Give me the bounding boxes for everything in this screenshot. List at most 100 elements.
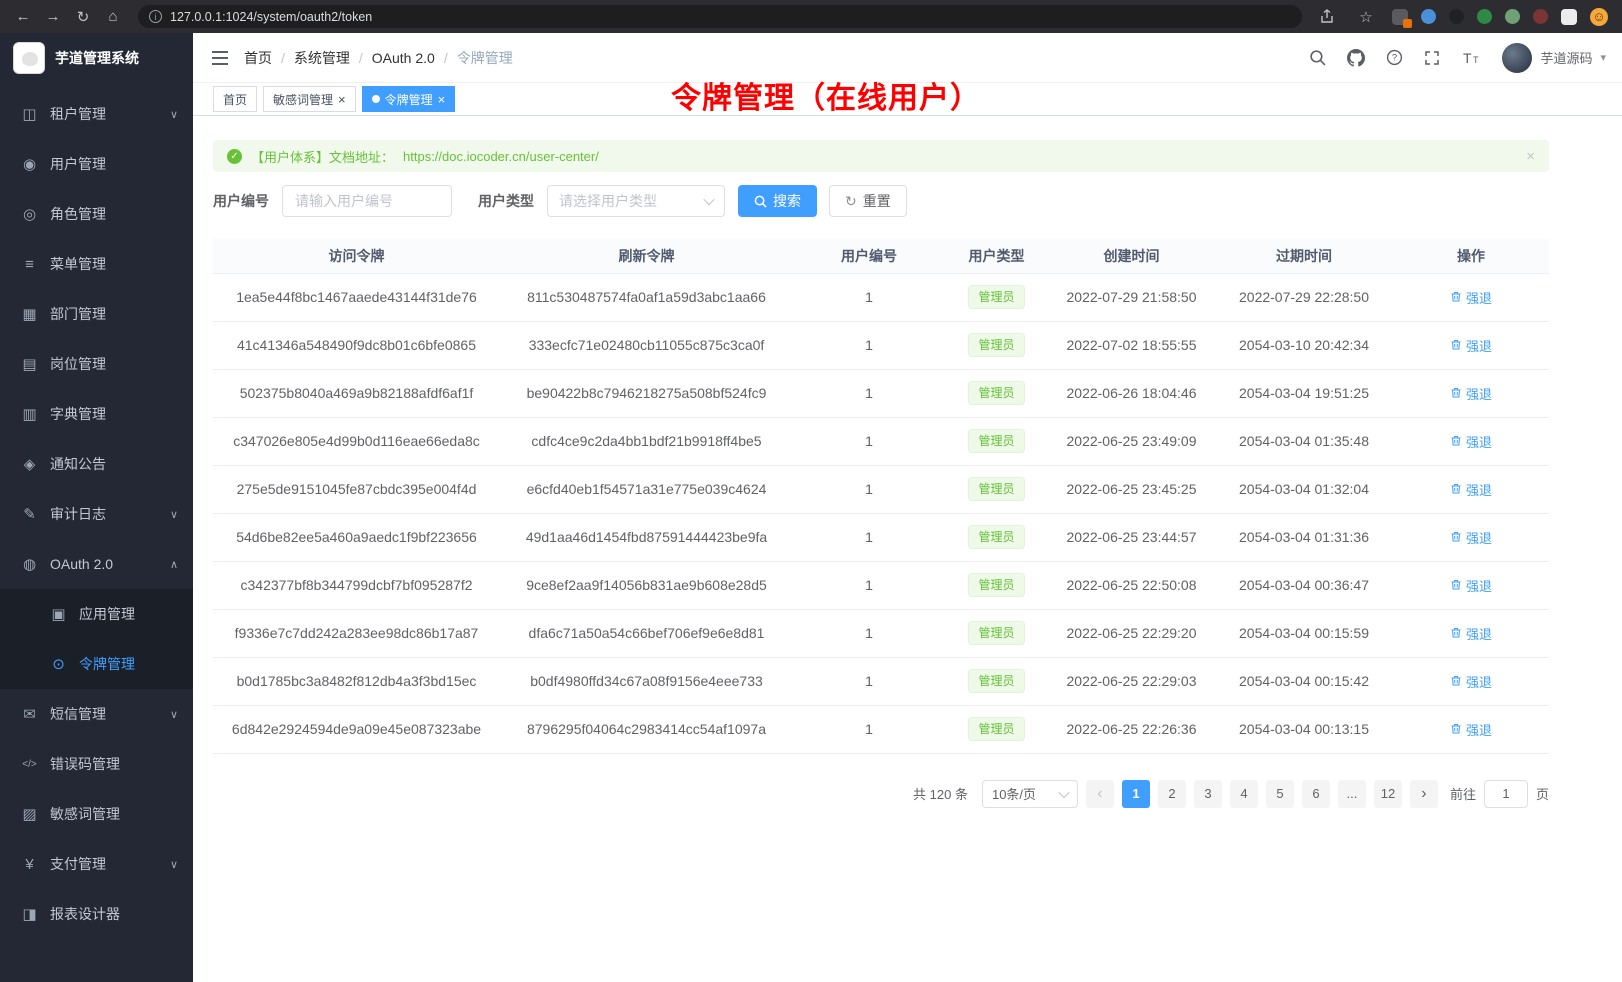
page-size-select[interactable]: 10条/页 bbox=[982, 780, 1078, 808]
svg-text:T: T bbox=[1473, 55, 1479, 65]
close-icon[interactable]: × bbox=[438, 93, 446, 106]
sidebar-item-tenant[interactable]: ◫ 租户管理 ∨ bbox=[0, 89, 193, 139]
sidebar-item-post[interactable]: ▤ 岗位管理 bbox=[0, 339, 193, 389]
sidebar-item-oauth2[interactable]: ◍ OAuth 2.0 ∧ bbox=[0, 539, 193, 589]
force-logout-button[interactable]: 强退 bbox=[1450, 384, 1492, 403]
refresh-token-cell: dfa6c71a50a54c66bef706ef9e6e8d81 bbox=[500, 609, 793, 657]
force-logout-button[interactable]: 强退 bbox=[1450, 528, 1492, 547]
extensions-icon[interactable] bbox=[1392, 9, 1408, 25]
browser-reload-button[interactable]: ↻ bbox=[70, 5, 96, 29]
page-button-5[interactable]: 5 bbox=[1266, 780, 1294, 808]
tab-home[interactable]: 首页 bbox=[213, 86, 257, 112]
sidebar-item-notice[interactable]: ◈ 通知公告 bbox=[0, 439, 193, 489]
user-id-input[interactable] bbox=[282, 185, 452, 217]
sidebar-item-user[interactable]: ◉ 用户管理 bbox=[0, 139, 193, 189]
reset-button[interactable]: ↻ 重置 bbox=[829, 185, 907, 217]
page-button-6[interactable]: 6 bbox=[1302, 780, 1330, 808]
access-token-cell: 502375b8040a469a9b82188afdf6af1f bbox=[213, 369, 500, 417]
user-type-badge: 管理员 bbox=[968, 381, 1024, 405]
page-button-2[interactable]: 2 bbox=[1158, 780, 1186, 808]
close-icon[interactable]: × bbox=[338, 93, 346, 106]
sidebar-item-app-manage[interactable]: ▣ 应用管理 bbox=[0, 589, 193, 639]
access-token-cell: 275e5de9151045fe87cbdc395e004f4d bbox=[213, 465, 500, 513]
extension-icon-red[interactable] bbox=[1533, 9, 1548, 24]
github-icon[interactable] bbox=[1347, 49, 1365, 67]
table-row: b0d1785bc3a8482f812db4a3f3bd15ec b0df498… bbox=[213, 657, 1549, 705]
sidebar-item-payment[interactable]: ¥ 支付管理 ∨ bbox=[0, 839, 193, 889]
site-info-icon[interactable]: i bbox=[149, 10, 162, 23]
table-row: 1ea5e44f8bc1467aaede43144f31de76 811c530… bbox=[213, 273, 1549, 321]
user-type-cell: 管理员 bbox=[945, 705, 1048, 753]
col-refresh-token: 刷新令牌 bbox=[500, 239, 793, 273]
sidebar-item-audit-log[interactable]: ✎ 审计日志 ∨ bbox=[0, 489, 193, 539]
extension-icon-green[interactable] bbox=[1477, 9, 1492, 24]
sidebar-item-token-manage[interactable]: ⊙ 令牌管理 bbox=[0, 639, 193, 689]
close-icon[interactable]: × bbox=[1526, 148, 1535, 165]
delete-icon bbox=[1450, 291, 1462, 303]
bookmark-star-icon[interactable]: ☆ bbox=[1353, 5, 1379, 29]
more-pages-button[interactable]: ... bbox=[1338, 780, 1366, 808]
extension-icon-white[interactable] bbox=[1561, 9, 1577, 25]
force-logout-button[interactable]: 强退 bbox=[1450, 480, 1492, 499]
search-button[interactable]: 搜索 bbox=[738, 185, 817, 217]
force-logout-button[interactable]: 强退 bbox=[1450, 720, 1492, 739]
browser-profile-avatar[interactable]: ☺ bbox=[1590, 8, 1608, 26]
force-logout-button[interactable]: 强退 bbox=[1450, 288, 1492, 307]
prev-page-button[interactable]: ‹ bbox=[1086, 780, 1114, 808]
force-logout-button[interactable]: 强退 bbox=[1450, 624, 1492, 643]
browser-forward-button[interactable]: → bbox=[40, 5, 66, 29]
help-icon[interactable]: ? bbox=[1386, 49, 1403, 66]
page-button-12[interactable]: 12 bbox=[1374, 780, 1402, 808]
sidebar-item-dict[interactable]: ▥ 字典管理 bbox=[0, 389, 193, 439]
app-logo[interactable]: 芋道管理系统 bbox=[0, 33, 193, 83]
fullscreen-icon[interactable] bbox=[1424, 50, 1440, 66]
extension-icon-blue[interactable] bbox=[1421, 9, 1436, 24]
extension-icon-teal[interactable] bbox=[1505, 9, 1520, 24]
force-logout-button[interactable]: 强退 bbox=[1450, 336, 1492, 355]
doc-link[interactable]: https://doc.iocoder.cn/user-center/ bbox=[403, 149, 599, 164]
breadcrumb-system-manage[interactable]: 系统管理 bbox=[294, 48, 350, 68]
share-icon[interactable] bbox=[1314, 5, 1340, 29]
navbar-tools: ? TT 芋道源码 ▾ bbox=[1309, 43, 1606, 73]
user-type-select[interactable]: 请选择用户类型 bbox=[547, 185, 725, 217]
user-menu[interactable]: 芋道源码 ▾ bbox=[1502, 43, 1606, 73]
page-button-1[interactable]: 1 bbox=[1122, 780, 1150, 808]
sidebar-item-error-code[interactable]: </> 错误码管理 bbox=[0, 739, 193, 789]
force-logout-button[interactable]: 强退 bbox=[1450, 576, 1492, 595]
goto-page-input[interactable] bbox=[1484, 780, 1528, 808]
user-id-cell: 1 bbox=[793, 273, 945, 321]
breadcrumb-home[interactable]: 首页 bbox=[244, 48, 272, 68]
sidebar-item-role[interactable]: ◎ 角色管理 bbox=[0, 189, 193, 239]
sidebar-item-dept[interactable]: ▦ 部门管理 bbox=[0, 289, 193, 339]
action-cell: 强退 bbox=[1393, 657, 1549, 705]
page-button-3[interactable]: 3 bbox=[1194, 780, 1222, 808]
action-cell: 强退 bbox=[1393, 465, 1549, 513]
browser-home-button[interactable]: ⌂ bbox=[100, 5, 126, 29]
svg-text:?: ? bbox=[1392, 53, 1397, 64]
breadcrumb: 首页 / 系统管理 / OAuth 2.0 / 令牌管理 bbox=[244, 48, 513, 68]
breadcrumb-oauth2[interactable]: OAuth 2.0 bbox=[372, 50, 435, 66]
chevron-down-icon: ∨ bbox=[170, 708, 178, 721]
sidebar-item-sensitive-word[interactable]: ▨ 敏感词管理 bbox=[0, 789, 193, 839]
create-time-cell: 2022-07-29 21:58:50 bbox=[1048, 273, 1215, 321]
force-logout-button[interactable]: 强退 bbox=[1450, 432, 1492, 451]
extension-icon-dark[interactable] bbox=[1449, 9, 1464, 24]
sidebar-item-menu[interactable]: ≡ 菜单管理 bbox=[0, 239, 193, 289]
force-logout-button[interactable]: 强退 bbox=[1450, 672, 1492, 691]
delete-icon bbox=[1450, 627, 1462, 639]
tab-token-manage[interactable]: 令牌管理 × bbox=[362, 86, 456, 112]
next-page-button[interactable]: › bbox=[1410, 780, 1438, 808]
url-bar[interactable]: i 127.0.0.1:1024/system/oauth2/token bbox=[138, 5, 1302, 28]
browser-back-button[interactable]: ← bbox=[10, 5, 36, 29]
search-icon[interactable] bbox=[1309, 49, 1326, 66]
font-size-icon[interactable]: TT bbox=[1461, 50, 1481, 66]
sidebar-item-sms[interactable]: ✉ 短信管理 ∨ bbox=[0, 689, 193, 739]
expire-time-cell: 2054-03-04 19:51:25 bbox=[1215, 369, 1393, 417]
sms-icon: ✉ bbox=[20, 705, 39, 723]
user-type-cell: 管理员 bbox=[945, 609, 1048, 657]
sidebar-fold-icon[interactable] bbox=[211, 50, 229, 66]
tab-sensitive-word[interactable]: 敏感词管理 × bbox=[263, 86, 356, 112]
chevron-down-icon bbox=[1058, 786, 1069, 797]
sidebar-item-report-designer[interactable]: ◨ 报表设计器 bbox=[0, 889, 193, 939]
page-button-4[interactable]: 4 bbox=[1230, 780, 1258, 808]
